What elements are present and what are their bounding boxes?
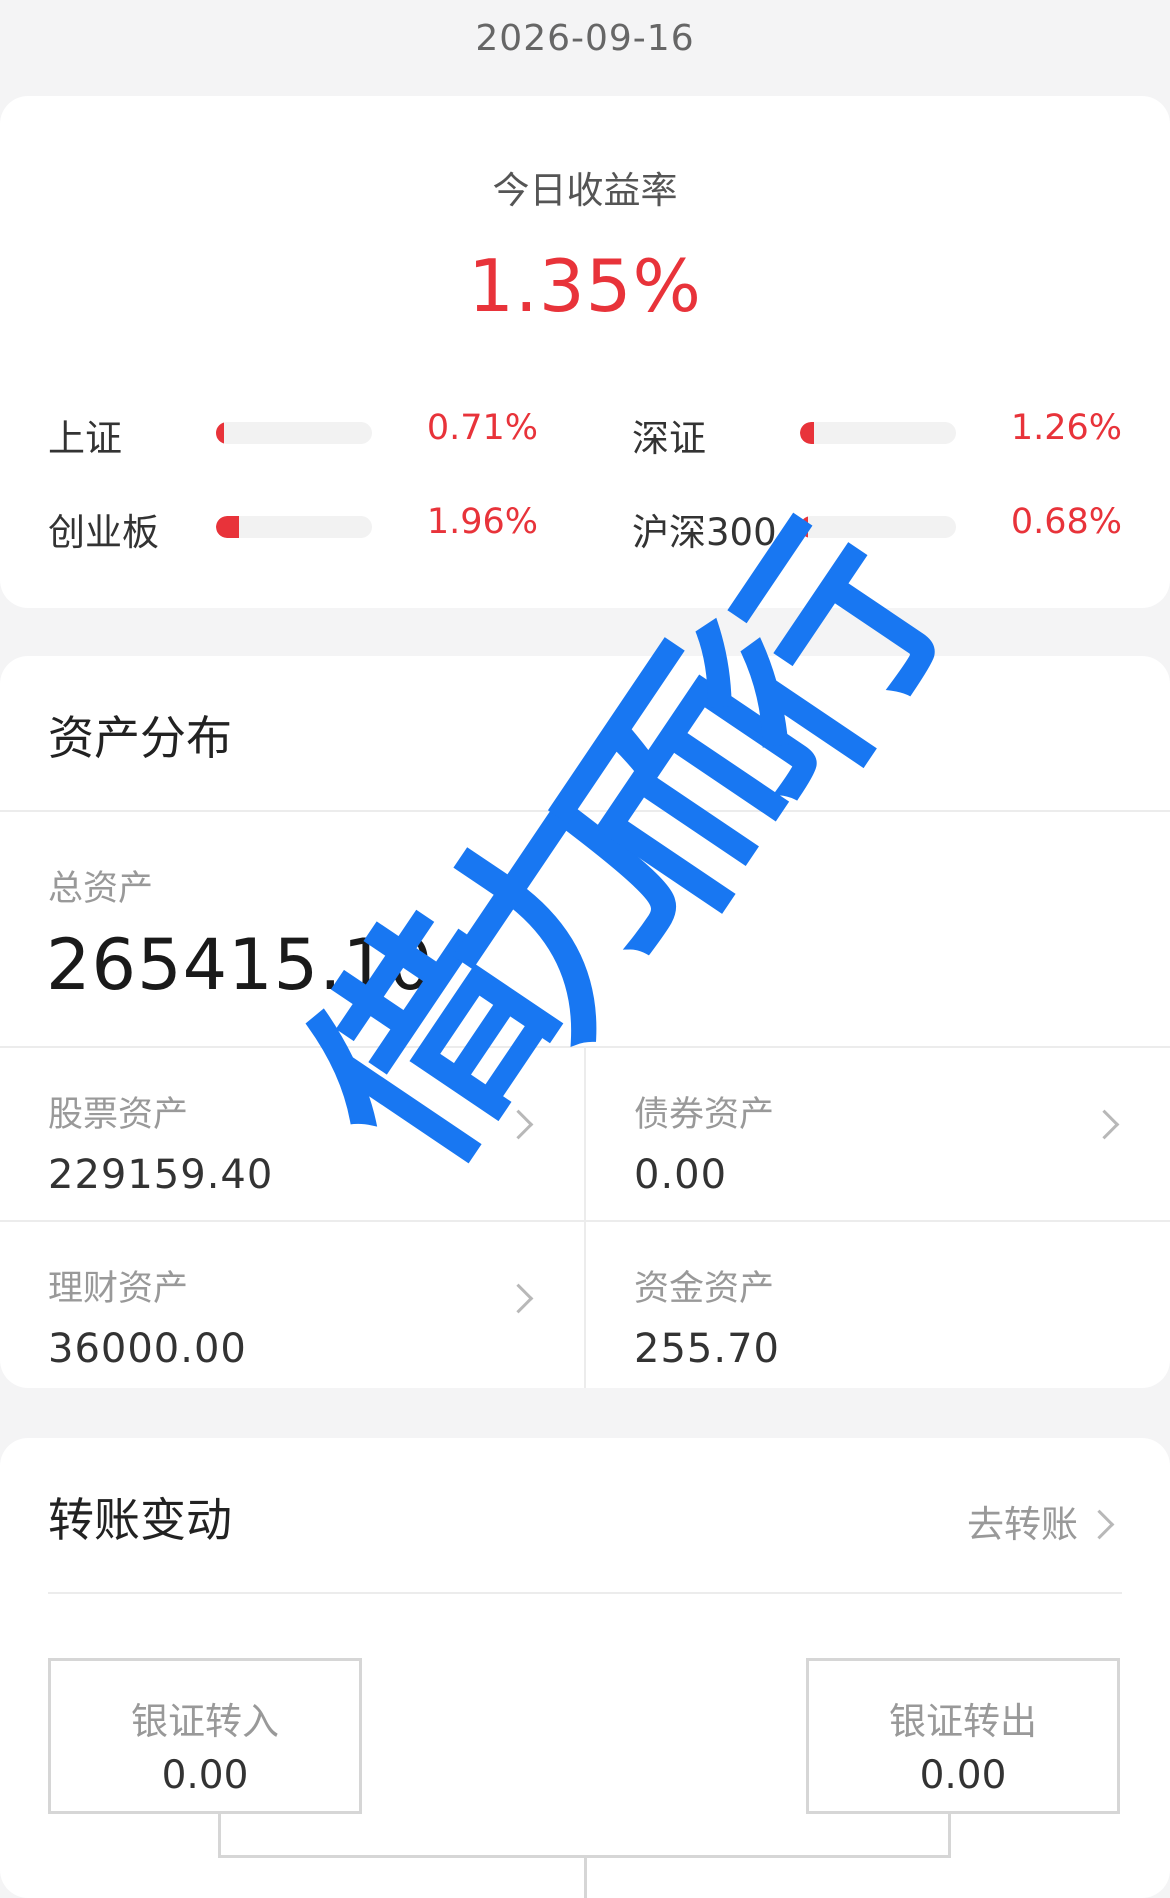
asset-distribution-card: 资产分布 总资产 265415.10 股票资产 229159.40 债券资产 0…: [0, 656, 1170, 1388]
index-bar-fill: [216, 422, 224, 444]
index-row-chinext: 创业板 1.96%: [48, 494, 538, 554]
wealth-assets-label: 理财资产: [48, 1269, 189, 1309]
index-value: 1.96%: [426, 502, 538, 542]
index-bar: [216, 516, 372, 538]
date-header: 2026-09-16: [475, 18, 695, 59]
connector-line: [218, 1814, 221, 1858]
divider: [48, 1592, 1122, 1594]
index-name: 深证: [632, 417, 706, 460]
today-rate-card: 今日收益率 1.35% 上证 0.71% 深证 1.26% 创业板 1.96% …: [0, 96, 1170, 608]
total-assets-label: 总资产: [48, 869, 154, 909]
index-bar-fill: [216, 516, 240, 538]
connector-line: [584, 1858, 587, 1898]
stock-assets-item[interactable]: 股票资产 229159.40: [0, 1048, 584, 1218]
index-value: 1.26%: [1010, 408, 1122, 448]
securities-to-bank-box[interactable]: 银证转出 0.00: [806, 1658, 1120, 1814]
transfer-card: 转账变动 去转账 银证转入 0.00 银证转出 0.00: [0, 1438, 1170, 1898]
total-assets-value: 265415.10: [46, 924, 434, 1006]
chevron-right-icon[interactable]: [1084, 1509, 1115, 1540]
divider: [0, 810, 1170, 812]
bank-to-securities-value: 0.00: [161, 1753, 249, 1798]
grid-divider: [584, 1048, 586, 1388]
transfer-section-title: 转账变动: [48, 1493, 232, 1547]
index-name: 创业板: [48, 511, 159, 554]
index-bar: [216, 422, 372, 444]
asset-section-title: 资产分布: [48, 711, 232, 765]
stock-assets-value: 229159.40: [48, 1152, 274, 1198]
index-bar-fill: [800, 422, 815, 444]
chevron-right-icon: [1089, 1109, 1120, 1140]
wealth-assets-item[interactable]: 理财资产 36000.00: [0, 1222, 584, 1388]
chevron-right-icon: [503, 1283, 534, 1314]
connector-line: [948, 1814, 951, 1858]
bank-to-securities-box[interactable]: 银证转入 0.00: [48, 1658, 362, 1814]
stock-assets-label: 股票资产: [48, 1095, 189, 1135]
index-name: 上证: [48, 417, 122, 460]
index-bar: [800, 422, 956, 444]
chevron-right-icon: [503, 1109, 534, 1140]
wealth-assets-value: 36000.00: [48, 1326, 247, 1372]
index-bar: [800, 516, 956, 538]
today-rate-title: 今日收益率: [492, 169, 678, 212]
bond-assets-item[interactable]: 债券资产 0.00: [586, 1048, 1170, 1218]
cash-assets-item: 资金资产 255.70: [586, 1222, 1170, 1388]
go-transfer-link[interactable]: 去转账: [967, 1494, 1078, 1548]
bond-assets-value: 0.00: [634, 1152, 728, 1198]
index-value: 0.71%: [426, 408, 538, 448]
index-name: 沪深300: [632, 511, 777, 554]
index-row-shenzhen: 深证 1.26%: [632, 400, 1122, 460]
securities-to-bank-value: 0.00: [919, 1753, 1007, 1798]
index-row-csi300: 沪深300 0.68%: [632, 494, 1122, 554]
cash-assets-value: 255.70: [634, 1326, 780, 1372]
cash-assets-label: 资金资产: [634, 1269, 775, 1309]
bond-assets-label: 债券资产: [634, 1095, 775, 1135]
bank-to-securities-label: 银证转入: [131, 1700, 279, 1743]
index-value: 0.68%: [1010, 502, 1122, 542]
index-bar-fill: [800, 516, 808, 538]
today-rate-value: 1.35%: [468, 244, 702, 328]
securities-to-bank-label: 银证转出: [889, 1700, 1037, 1743]
index-row-shanghai: 上证 0.71%: [48, 400, 538, 460]
